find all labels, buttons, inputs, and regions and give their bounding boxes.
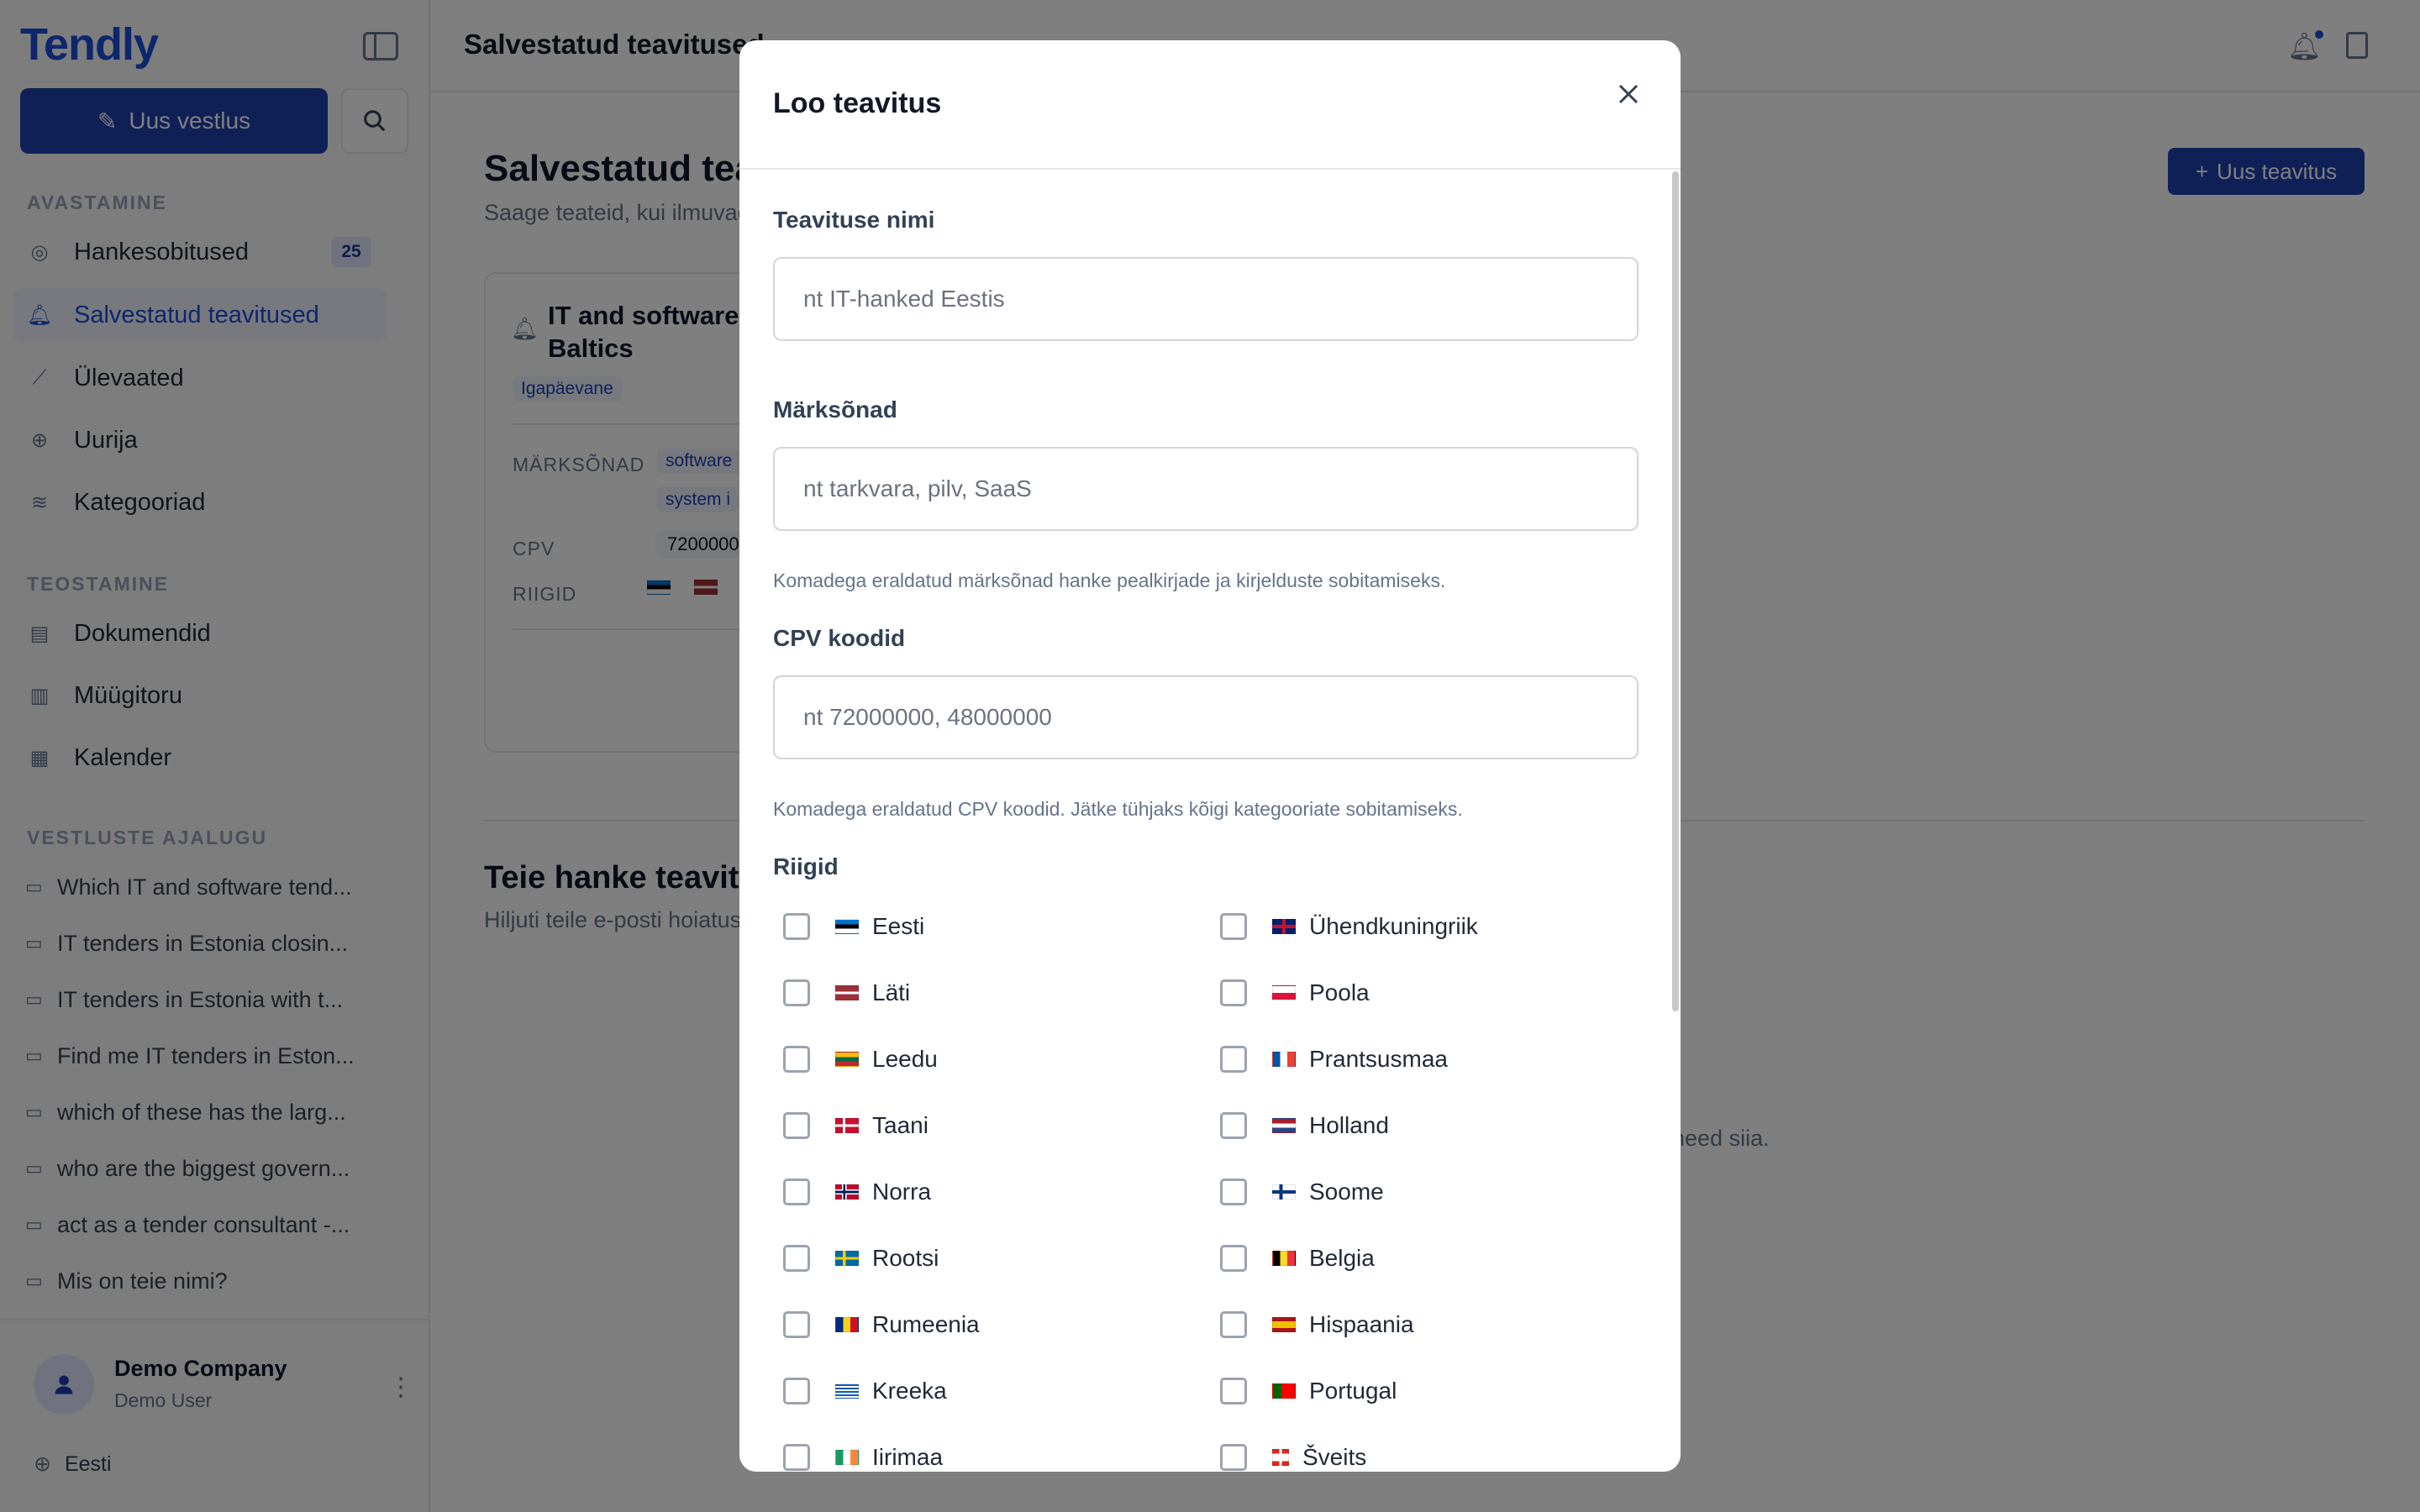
country-label: Belgia bbox=[1309, 1245, 1375, 1271]
checkbox[interactable] bbox=[1220, 1245, 1247, 1272]
flag-finland-icon bbox=[1272, 1184, 1296, 1200]
country-label: Norra bbox=[872, 1179, 932, 1205]
flag-norway-icon bbox=[835, 1184, 859, 1200]
country-label: Rootsi bbox=[872, 1245, 939, 1271]
checkbox[interactable] bbox=[783, 1378, 810, 1404]
flag-ireland-icon bbox=[835, 1450, 859, 1465]
country-option-norra[interactable]: Norra bbox=[783, 1171, 931, 1213]
country-option-rumeenia[interactable]: Rumeenia bbox=[783, 1304, 980, 1346]
checkbox[interactable] bbox=[1220, 1378, 1247, 1404]
flag-estonia-icon bbox=[835, 919, 859, 934]
country-label: Soome bbox=[1309, 1179, 1384, 1205]
country-option-hispaania[interactable]: Hispaania bbox=[1220, 1304, 1414, 1346]
country-label: Eesti bbox=[872, 913, 925, 939]
create-alert-modal: Loo teavitus Teavituse nimi Märksõnad Ko… bbox=[739, 40, 1681, 1472]
alert-name-input[interactable] bbox=[773, 257, 1639, 341]
flag-lithuania-icon bbox=[835, 1052, 859, 1067]
checkbox[interactable] bbox=[783, 1311, 810, 1338]
checkbox[interactable] bbox=[783, 913, 810, 940]
cpv-help-text: Komadega eraldatud CPV koodid. Jätke tüh… bbox=[773, 798, 1463, 820]
country-label: Šveits bbox=[1302, 1444, 1367, 1470]
keywords-input[interactable] bbox=[773, 447, 1639, 531]
scrollbar[interactable] bbox=[1672, 171, 1679, 1011]
country-option-eesti[interactable]: Eesti bbox=[783, 906, 924, 948]
country-option-rootsi[interactable]: Rootsi bbox=[783, 1237, 939, 1279]
country-label: Kreeka bbox=[872, 1378, 947, 1404]
country-label: Läti bbox=[872, 979, 911, 1005]
flag-latvia-icon bbox=[835, 985, 859, 1000]
country-label: Ühendkuningriik bbox=[1309, 913, 1478, 939]
country-option-iirimaa[interactable]: Iirimaa bbox=[783, 1436, 943, 1472]
flag-denmark-icon bbox=[835, 1118, 859, 1133]
keywords-label: Märksõnad bbox=[773, 396, 897, 423]
checkbox[interactable] bbox=[783, 1179, 810, 1205]
country-label: Rumeenia bbox=[872, 1311, 980, 1337]
country-option-poola[interactable]: Poola bbox=[1220, 972, 1370, 1014]
flag-greece-icon bbox=[835, 1383, 859, 1399]
modal-title: Loo teavitus bbox=[773, 87, 942, 119]
country-option-leedu[interactable]: Leedu bbox=[783, 1038, 938, 1080]
alert-name-label: Teavituse nimi bbox=[773, 207, 935, 233]
country-option-uk[interactable]: Ühendkuningriik bbox=[1220, 906, 1478, 948]
flag-netherlands-icon bbox=[1272, 1118, 1296, 1133]
country-label: Poola bbox=[1309, 979, 1370, 1005]
checkbox[interactable] bbox=[1220, 1046, 1247, 1073]
flag-switzerland-icon bbox=[1272, 1449, 1289, 1466]
country-option-lati[interactable]: Läti bbox=[783, 972, 910, 1014]
checkbox[interactable] bbox=[783, 979, 810, 1006]
checkbox[interactable] bbox=[783, 1444, 810, 1471]
flag-portugal-icon bbox=[1272, 1383, 1296, 1399]
checkbox[interactable] bbox=[1220, 913, 1247, 940]
flag-uk-icon bbox=[1272, 919, 1296, 934]
country-option-portugal[interactable]: Portugal bbox=[1220, 1370, 1397, 1412]
country-option-holland[interactable]: Holland bbox=[1220, 1105, 1389, 1147]
close-button[interactable] bbox=[1608, 74, 1649, 114]
checkbox[interactable] bbox=[783, 1245, 810, 1272]
keywords-help-text: Komadega eraldatud märksõnad hanke pealk… bbox=[773, 570, 1446, 591]
flag-sweden-icon bbox=[835, 1251, 859, 1266]
country-option-sveits[interactable]: Šveits bbox=[1220, 1436, 1366, 1472]
cpv-input[interactable] bbox=[773, 675, 1639, 759]
country-label: Portugal bbox=[1309, 1378, 1397, 1404]
flag-belgium-icon bbox=[1272, 1251, 1296, 1266]
flag-romania-icon bbox=[835, 1317, 859, 1332]
flag-poland-icon bbox=[1272, 985, 1296, 1000]
flag-france-icon bbox=[1272, 1052, 1296, 1067]
country-option-belgia[interactable]: Belgia bbox=[1220, 1237, 1375, 1279]
country-option-prantsusmaa[interactable]: Prantsusmaa bbox=[1220, 1038, 1448, 1080]
country-option-soome[interactable]: Soome bbox=[1220, 1171, 1384, 1213]
country-option-kreeka[interactable]: Kreeka bbox=[783, 1370, 947, 1412]
checkbox[interactable] bbox=[783, 1112, 810, 1139]
cpv-label: CPV koodid bbox=[773, 625, 906, 651]
country-label: Iirimaa bbox=[872, 1444, 944, 1470]
country-option-taani[interactable]: Taani bbox=[783, 1105, 929, 1147]
checkbox[interactable] bbox=[1220, 979, 1247, 1006]
flag-spain-icon bbox=[1272, 1317, 1296, 1332]
country-label: Hispaania bbox=[1309, 1311, 1414, 1337]
modal-header: Loo teavitus bbox=[739, 40, 1681, 170]
close-icon bbox=[1618, 84, 1639, 104]
checkbox[interactable] bbox=[1220, 1311, 1247, 1338]
country-label: Holland bbox=[1309, 1112, 1389, 1138]
country-label: Leedu bbox=[872, 1046, 938, 1072]
country-label: Taani bbox=[872, 1112, 929, 1138]
checkbox[interactable] bbox=[783, 1046, 810, 1073]
checkbox[interactable] bbox=[1220, 1112, 1247, 1139]
countries-label: Riigid bbox=[773, 853, 839, 879]
checkbox[interactable] bbox=[1220, 1444, 1247, 1471]
checkbox[interactable] bbox=[1220, 1179, 1247, 1205]
country-label: Prantsusmaa bbox=[1309, 1046, 1448, 1072]
